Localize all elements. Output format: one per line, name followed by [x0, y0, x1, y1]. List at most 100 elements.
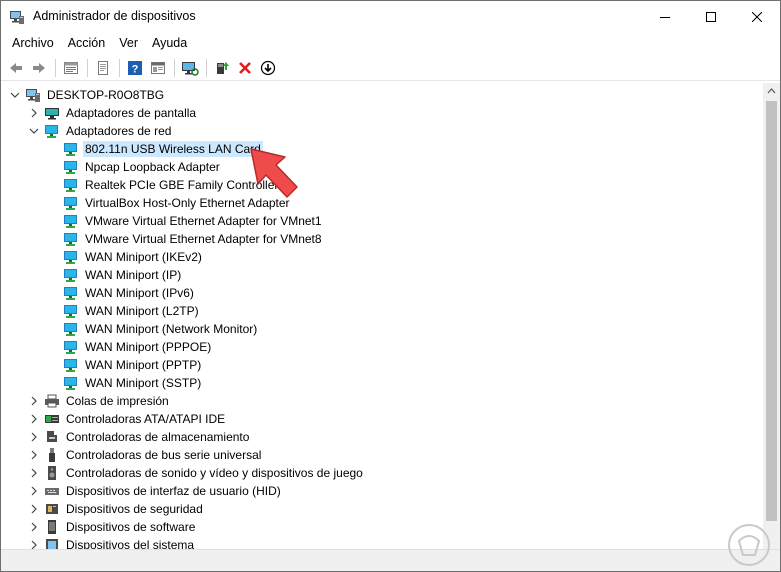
category-adaptadores-de-red[interactable]: Adaptadores de red — [28, 122, 173, 140]
chevron-right-icon[interactable] — [28, 395, 40, 407]
network-adapter-item[interactable]: 802.11n USB Wireless LAN Card — [63, 140, 263, 158]
network-adapter-icon — [63, 177, 79, 193]
device-category[interactable]: Dispositivos de seguridad — [28, 500, 205, 518]
network-adapter-item[interactable]: WAN Miniport (L2TP) — [63, 302, 201, 320]
chevron-right-icon[interactable] — [28, 431, 40, 443]
help-button[interactable]: ? — [124, 57, 146, 79]
download-button[interactable] — [257, 57, 279, 79]
help-icon: ? — [128, 60, 142, 75]
network-adapter-item[interactable]: WAN Miniport (IPv6) — [63, 284, 196, 302]
device-category[interactable]: Controladoras ATA/ATAPI IDE — [28, 410, 227, 428]
chevron-right-icon[interactable] — [28, 539, 40, 549]
network-adapter-label: VMware Virtual Ethernet Adapter for VMne… — [85, 214, 322, 228]
chevron-right-icon[interactable] — [28, 521, 40, 533]
network-adapter-item[interactable]: Npcap Loopback Adapter — [63, 158, 222, 176]
chevron-right-icon[interactable] — [28, 503, 40, 515]
view-button[interactable] — [147, 57, 169, 79]
scan-hardware-button[interactable] — [179, 57, 201, 79]
maximize-button[interactable] — [688, 1, 734, 32]
network-adapter-icon — [63, 303, 79, 319]
toolbar-separator — [206, 58, 207, 77]
menu-archivo[interactable]: Archivo — [5, 33, 61, 53]
printer-icon — [44, 393, 60, 409]
computer-name: DESKTOP-R0O8TBG — [47, 88, 165, 102]
chevron-down-icon[interactable] — [9, 89, 21, 101]
device-category[interactable]: Dispositivos de software — [28, 518, 197, 536]
print-icon — [98, 60, 108, 75]
category-adaptadores-de-pantalla[interactable]: Adaptadores de pantalla — [28, 104, 198, 122]
usb-icon — [44, 447, 60, 463]
chevron-down-icon[interactable] — [28, 125, 40, 137]
scrollbar-thumb[interactable] — [766, 101, 777, 521]
uninstall-button[interactable] — [234, 57, 256, 79]
device-category[interactable]: Colas de impresión — [28, 392, 171, 410]
category-label: Adaptadores de red — [66, 124, 172, 138]
network-adapter-icon — [63, 159, 79, 175]
print-button[interactable] — [92, 57, 114, 79]
network-adapter-icon — [63, 195, 79, 211]
device-category[interactable]: Controladoras de sonido y vídeo y dispos… — [28, 464, 365, 482]
network-adapter-item[interactable]: WAN Miniport (SSTP) — [63, 374, 203, 392]
menu-accion[interactable]: Acción — [61, 33, 113, 53]
chevron-right-icon[interactable] — [28, 107, 40, 119]
forward-button[interactable] — [28, 57, 50, 79]
network-adapter-item[interactable]: VMware Virtual Ethernet Adapter for VMne… — [63, 230, 324, 248]
network-adapter-item[interactable]: VMware Virtual Ethernet Adapter for VMne… — [63, 212, 324, 230]
menu-ver[interactable]: Ver — [112, 33, 145, 53]
toolbar-separator — [119, 58, 120, 77]
network-adapter-item[interactable]: WAN Miniport (Network Monitor) — [63, 320, 259, 338]
network-adapter-item[interactable]: WAN Miniport (IKEv2) — [63, 248, 204, 266]
category-label: Controladoras ATA/ATAPI IDE — [66, 412, 226, 426]
toolbar-separator — [87, 58, 88, 77]
horizontal-scrollbar[interactable] — [1, 549, 780, 571]
software-device-icon — [44, 519, 60, 535]
network-adapter-item[interactable]: WAN Miniport (IP) — [63, 266, 183, 284]
toolbar-separator — [55, 58, 56, 77]
network-adapter-icon — [63, 339, 79, 355]
security-device-icon — [44, 501, 60, 517]
update-driver-button[interactable] — [211, 57, 233, 79]
network-adapter-icon — [63, 357, 79, 373]
category-label: Dispositivos del sistema — [66, 538, 195, 549]
minimize-icon — [660, 16, 670, 18]
back-button[interactable] — [5, 57, 27, 79]
network-adapter-item[interactable]: WAN Miniport (PPTP) — [63, 356, 203, 374]
network-adapter-label: WAN Miniport (IKEv2) — [85, 250, 202, 264]
network-adapter-icon — [63, 321, 79, 337]
minimize-button[interactable] — [642, 1, 688, 32]
vertical-scrollbar[interactable] — [763, 83, 780, 549]
device-category[interactable]: Dispositivos de interfaz de usuario (HID… — [28, 482, 283, 500]
svg-text:?: ? — [132, 63, 139, 75]
network-adapter-label: WAN Miniport (Network Monitor) — [85, 322, 258, 336]
device-category[interactable]: Controladoras de bus serie universal — [28, 446, 263, 464]
tree-root[interactable]: DESKTOP-R0O8TBG — [9, 86, 166, 104]
uninstall-icon — [239, 61, 251, 74]
maximize-icon — [706, 11, 716, 22]
device-category[interactable]: Controladoras de almacenamiento — [28, 428, 251, 446]
chevron-right-icon[interactable] — [28, 467, 40, 479]
chevron-right-icon[interactable] — [28, 413, 40, 425]
update-driver-icon — [217, 61, 229, 74]
device-tree: DESKTOP-R0O8TBG Adaptadores de pantalla … — [1, 83, 763, 549]
network-adapter-label: WAN Miniport (SSTP) — [85, 376, 202, 390]
display-adapter-icon — [44, 105, 60, 121]
properties-button[interactable] — [60, 57, 82, 79]
close-button[interactable] — [734, 1, 780, 32]
close-icon — [752, 11, 762, 22]
forward-icon — [33, 62, 45, 73]
device-manager-window: Administrador de dispositivos Archivo Ac… — [0, 0, 781, 572]
chevron-right-icon[interactable] — [28, 449, 40, 461]
window-title: Administrador de dispositivos — [33, 9, 196, 23]
system-device-icon — [44, 537, 60, 549]
network-adapter-label: VMware Virtual Ethernet Adapter for VMne… — [85, 232, 322, 246]
network-adapter-label: 802.11n USB Wireless LAN Card — [83, 141, 263, 157]
menu-bar: Archivo Acción Ver Ayuda — [1, 32, 780, 54]
network-adapter-item[interactable]: Realtek PCIe GBE Family Controller — [63, 176, 280, 194]
network-adapter-item[interactable]: WAN Miniport (PPPOE) — [63, 338, 213, 356]
menu-ayuda[interactable]: Ayuda — [145, 33, 194, 53]
device-category[interactable]: Dispositivos del sistema — [28, 536, 196, 549]
network-adapter-label: WAN Miniport (PPPOE) — [85, 340, 212, 354]
category-label: Colas de impresión — [66, 394, 169, 408]
title-bar: Administrador de dispositivos — [1, 1, 780, 32]
chevron-right-icon[interactable] — [28, 485, 40, 497]
